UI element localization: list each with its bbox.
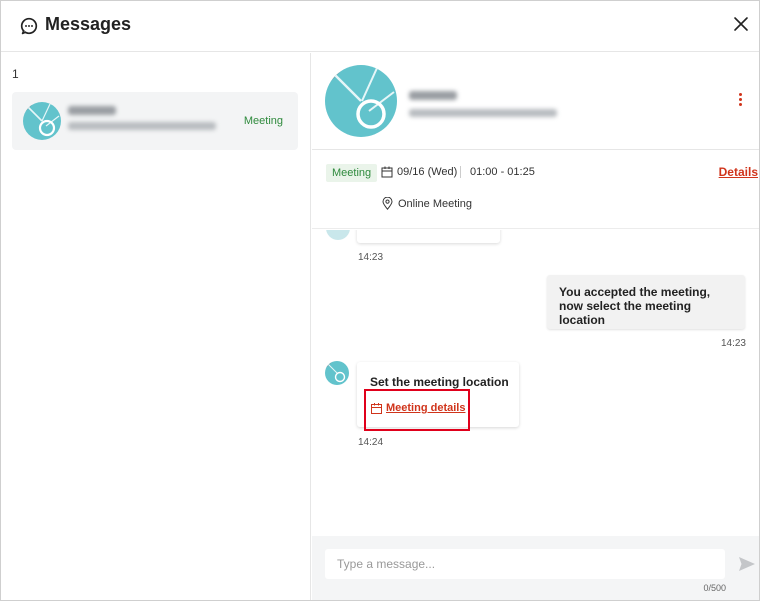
message-bubble-incoming [357,230,500,243]
contact-company-redacted [409,109,557,117]
calendar-icon [381,166,393,178]
meeting-time: 01:00 - 01:25 [470,166,535,178]
message-timestamp: 14:23 [358,252,384,263]
details-link[interactable]: Details [719,165,758,179]
chat-bubble-icon [20,17,38,35]
avatar-icon [325,361,349,385]
meeting-tag: Meeting [326,164,378,182]
avatar-icon [23,102,61,140]
character-counter: 0/500 [703,583,726,593]
meeting-tag: Meeting [243,115,283,127]
conversation-item[interactable]: Meeting [12,92,298,150]
meeting-summary: Meeting 09/16 (Wed) 01:00 - 01:25 Detail… [312,151,759,229]
contact-name-redacted [409,91,457,100]
avatar-icon [325,65,397,137]
message-title: Set the meeting location [370,375,509,389]
avatar-icon [326,230,350,240]
contact-name-redacted [68,106,116,115]
message-bubble-outgoing: You accepted the meeting, now select the… [547,275,745,329]
send-icon[interactable] [738,556,756,572]
chat-pane: Meeting 09/16 (Wed) 01:00 - 01:25 Detail… [312,53,759,600]
dialog-title: Messages [45,14,132,34]
contact-header [312,53,759,150]
messages-dialog: Messages 1 Meeting Meeting 09/16 (Wed) 0… [0,0,760,601]
location-pin-icon [382,197,393,210]
meeting-date: 09/16 (Wed) [397,166,458,178]
kebab-menu-icon[interactable] [738,93,744,109]
message-thread: 14:23 You accepted the meeting, now sele… [312,230,759,536]
divider [460,166,461,178]
conversation-count: 1 [12,67,19,81]
message-timestamp: 14:24 [358,437,384,448]
contact-company-redacted [68,122,216,130]
conversation-list: 1 Meeting [1,53,311,600]
close-icon[interactable] [733,16,749,32]
meeting-location: Online Meeting [398,198,472,210]
highlight-box [364,389,470,431]
message-composer: 0/500 [312,536,759,600]
message-input[interactable] [325,549,725,579]
dialog-header: Messages [1,1,759,52]
message-timestamp: 14:23 [720,338,746,349]
